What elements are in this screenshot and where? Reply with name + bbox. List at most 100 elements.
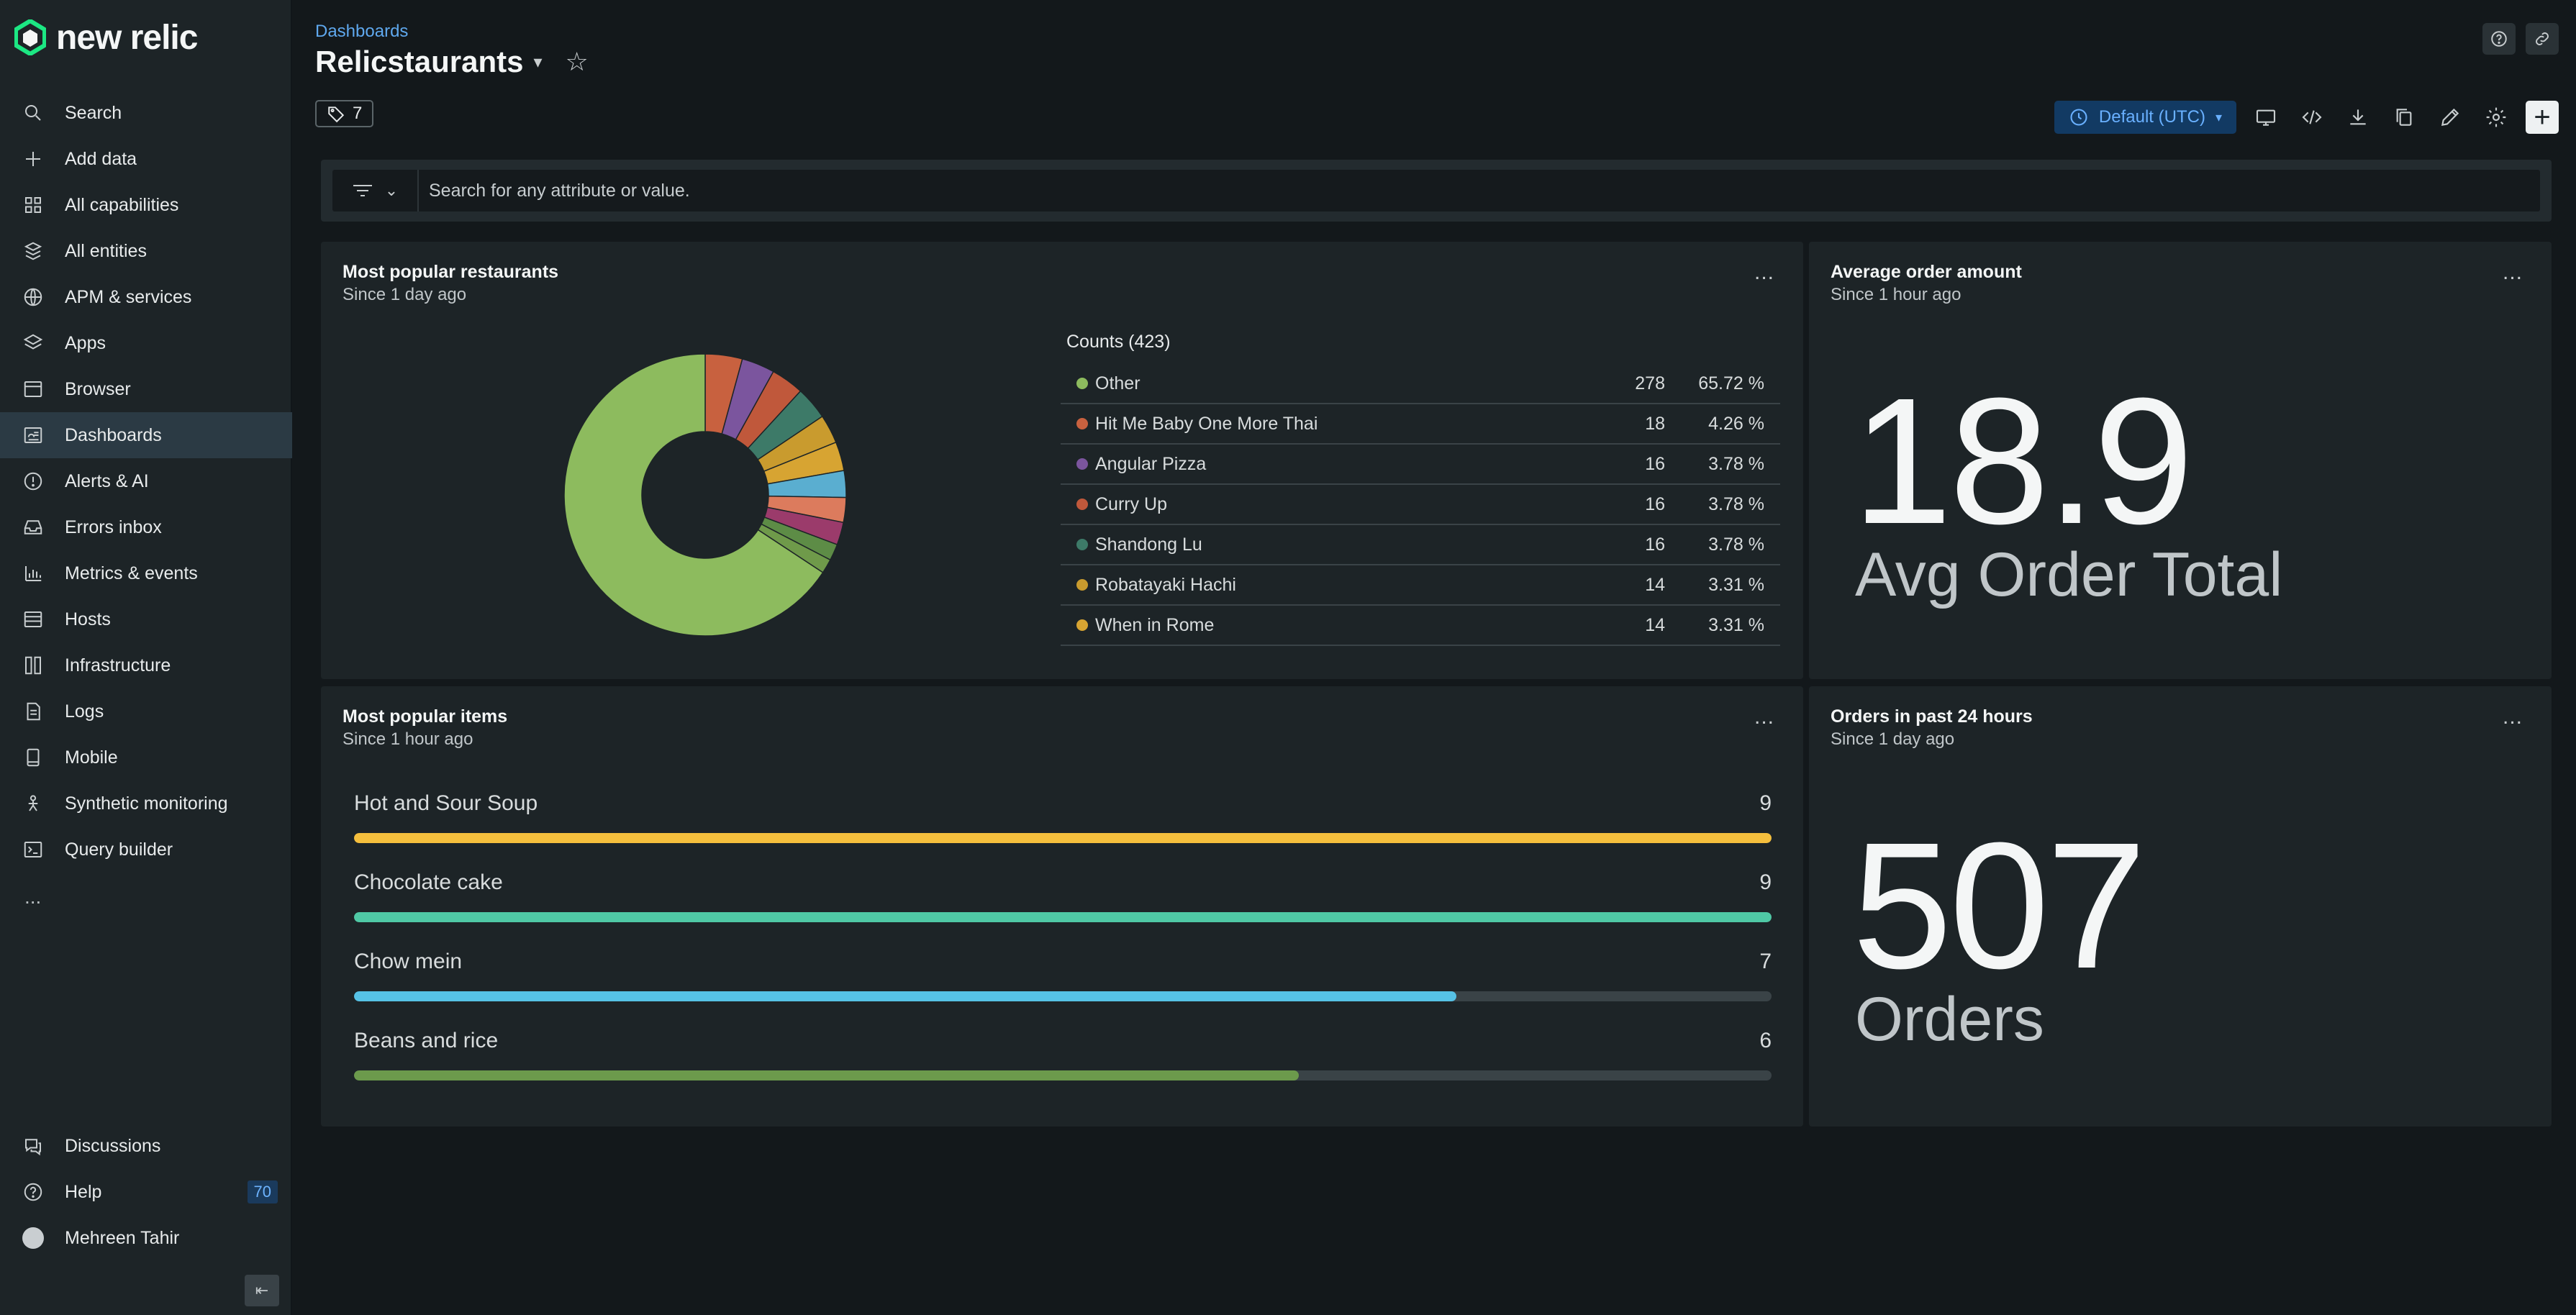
sidebar-item-discussions[interactable]: Discussions [0, 1123, 292, 1169]
sidebar-item-hosts[interactable]: Hosts [0, 596, 292, 642]
sidebar-item-dashboards[interactable]: Dashboards [0, 412, 292, 458]
edit-button[interactable] [2434, 101, 2467, 134]
sidebar-item-label: All entities [65, 240, 147, 261]
pie-legend: Other 278 65.72 % Hit Me Baby One More Thai… [1061, 364, 1780, 646]
sidebar-item-label: Alerts & AI [65, 470, 149, 491]
widget-menu-button[interactable]: ... [2503, 705, 2523, 729]
sidebar-item-synthetic-monitoring[interactable]: Synthetic monitoring [0, 781, 292, 827]
main-area: Dashboards Relicstaurants ▾ ☆ 7 Default … [292, 0, 2576, 1315]
legend-name: Curry Up [1095, 493, 1168, 514]
tv-mode-button[interactable] [2249, 101, 2282, 134]
sidebar-item-search[interactable]: Search [0, 90, 292, 136]
add-widget-button[interactable]: + [2526, 101, 2559, 134]
sidebar-item-metrics-events[interactable]: Metrics & events [0, 550, 292, 596]
tag-count: 7 [353, 104, 363, 123]
widget-subtitle: Since 1 day ago [343, 285, 467, 304]
legend-row[interactable]: When in Rome 14 3.31 % [1061, 606, 1780, 646]
legend-percent: 4.26 % [1708, 413, 1764, 434]
sidebar-item-apm-services[interactable]: APM & services [0, 274, 292, 320]
sidebar-item-all-entities[interactable]: All entities [0, 228, 292, 274]
search-icon [22, 101, 45, 124]
sidebar-item-query-builder[interactable]: Query builder [0, 827, 292, 873]
sidebar-item-browser[interactable]: Browser [0, 366, 292, 412]
sidebar-item-errors-inbox[interactable]: Errors inbox [0, 504, 292, 550]
widget-average-order-amount: Average order amount Since 1 hour ago ..… [1809, 242, 2552, 679]
page-title[interactable]: Relicstaurants [315, 45, 523, 79]
bar-label: Beans and rice [354, 1029, 499, 1052]
billboard-value: 507 [1852, 805, 2146, 1006]
legend-row[interactable]: Shandong Lu 16 3.78 % [1061, 525, 1780, 565]
bar-label: Chocolate cake [354, 870, 503, 894]
clock-icon [2070, 109, 2087, 126]
help-button[interactable] [2482, 23, 2516, 55]
bar-item[interactable]: Hot and Sour Soup 9 [354, 791, 1772, 843]
pie-chart [563, 353, 847, 637]
sidebar-item-user[interactable]: Mehreen Tahir [0, 1215, 292, 1261]
legend-percent: 3.78 % [1708, 453, 1764, 474]
alert-icon [22, 470, 45, 493]
bar-item[interactable]: Beans and rice 6 [354, 1029, 1772, 1080]
legend-row[interactable]: Other 278 65.72 % [1061, 364, 1780, 404]
sidebar-item-label: Mobile [65, 747, 118, 768]
duplicate-button[interactable] [2387, 101, 2421, 134]
download-button[interactable] [2341, 101, 2375, 134]
filter-search-input[interactable] [419, 170, 2540, 211]
legend-name: Shandong Lu [1095, 534, 1202, 555]
bar-fill [354, 912, 1772, 922]
help-count-badge: 70 [247, 1180, 278, 1203]
bar-item[interactable]: Chow mein 7 [354, 950, 1772, 1001]
more-button[interactable]: ... [0, 879, 41, 915]
widget-subtitle: Since 1 hour ago [1831, 285, 1962, 304]
filter-options-button[interactable]: ⌄ [332, 170, 419, 211]
legend-row[interactable]: Curry Up 16 3.78 % [1061, 485, 1780, 525]
sidebar-item-apps[interactable]: Apps [0, 320, 292, 366]
timezone-picker[interactable]: Default (UTC) ▾ [2054, 101, 2236, 134]
dashboard-icon [22, 424, 45, 447]
sidebar-item-label: Discussions [65, 1135, 161, 1156]
json-button[interactable] [2295, 101, 2328, 134]
legend-row[interactable]: Hit Me Baby One More Thai 18 4.26 % [1061, 404, 1780, 445]
sidebar-item-logs[interactable]: Logs [0, 688, 292, 734]
widget-most-popular-items: Most popular items Since 1 hour ago ... … [321, 686, 1803, 1127]
widget-most-popular-restaurants: Most popular restaurants Since 1 day ago… [321, 242, 1803, 679]
filter-bar: ⌄ [332, 170, 2540, 211]
bar-label: Chow mein [354, 950, 463, 973]
widget-menu-button[interactable]: ... [1754, 260, 1774, 285]
widget-menu-button[interactable]: ... [2503, 260, 2523, 285]
sidebar-item-alerts-ai[interactable]: Alerts & AI [0, 458, 292, 504]
browser-icon [22, 378, 45, 401]
favorite-star-icon[interactable]: ☆ [566, 47, 589, 77]
legend-count: 278 [1635, 373, 1665, 393]
legend-percent: 65.72 % [1698, 373, 1764, 393]
legend-dot [1076, 619, 1088, 631]
chevron-down-icon[interactable]: ▾ [533, 52, 542, 73]
sidebar-item-label: Logs [65, 701, 104, 722]
monitor-icon [2256, 109, 2276, 126]
sidebar-item-mobile[interactable]: Mobile [0, 734, 292, 781]
pencil-icon [2441, 108, 2459, 127]
widget-menu-button[interactable]: ... [1754, 705, 1774, 729]
settings-button[interactable] [2480, 101, 2513, 134]
filter-bar-container: ⌄ [321, 160, 2552, 222]
bar-item[interactable]: Chocolate cake 9 [354, 870, 1772, 922]
bar-track [354, 1070, 1772, 1080]
legend-row[interactable]: Robatayaki Hachi 14 3.31 % [1061, 565, 1780, 606]
collapse-sidebar-button[interactable]: ⇤ [245, 1275, 279, 1306]
sidebar-item-add-data[interactable]: Add data [0, 136, 292, 182]
tags-button[interactable]: 7 [315, 100, 374, 127]
sidebar-item-all-capabilities[interactable]: All capabilities [0, 182, 292, 228]
copy-link-button[interactable] [2526, 23, 2559, 55]
page-title-row: Relicstaurants ▾ ☆ [315, 45, 589, 79]
legend-row[interactable]: Angular Pizza 16 3.78 % [1061, 445, 1780, 485]
breadcrumb[interactable]: Dashboards [315, 22, 408, 42]
sidebar-item-label: Hosts [65, 609, 111, 629]
timezone-label: Default (UTC) [2098, 107, 2205, 127]
bar-fill [354, 991, 1457, 1001]
sidebar-item-infrastructure[interactable]: Infrastructure [0, 642, 292, 688]
avatar [22, 1227, 45, 1250]
sidebar-item-label: All capabilities [65, 194, 179, 215]
logo[interactable]: new relic [14, 16, 198, 59]
chevron-down-icon: ⌄ [384, 181, 399, 199]
sidebar-item-help[interactable]: Help 70 [0, 1169, 292, 1215]
legend-count: 18 [1645, 413, 1665, 434]
